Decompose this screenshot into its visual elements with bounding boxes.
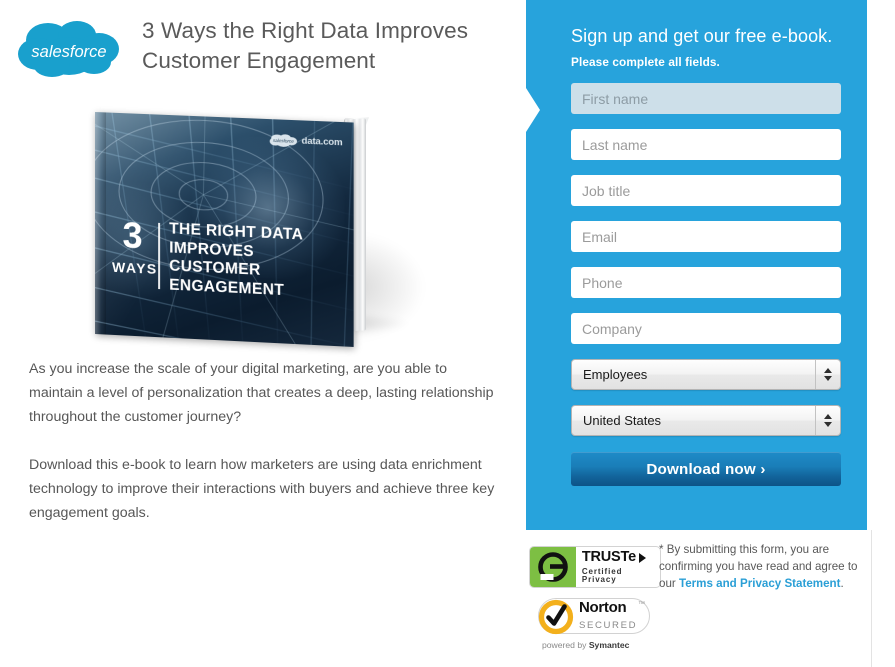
truste-tagline: Certified Privacy <box>581 566 623 584</box>
form-inner: Sign up and get our free e-book. Please … <box>571 24 841 486</box>
chevron-up-icon <box>824 414 832 419</box>
content-column: salesforce 3 Ways the Right Data Improve… <box>0 0 526 667</box>
body-copy: As you increase the scale of your digita… <box>29 357 501 525</box>
norton-secured-label: SECURED <box>579 620 638 631</box>
legal-disclaimer: * By submitting this form, you are confi… <box>659 541 864 592</box>
salesforce-wordmark: salesforce <box>31 43 106 61</box>
signup-form-panel: Sign up and get our free e-book. Please … <box>526 0 867 530</box>
page-title: 3 Ways the Right Data Improves Customer … <box>142 18 469 73</box>
play-triangle-icon <box>638 552 646 563</box>
trademark-mark: ™ <box>638 601 645 608</box>
first-name-input[interactable] <box>571 83 841 114</box>
cover-cloud-icon: salesforce <box>268 133 298 148</box>
truste-text-block: TRUSTe Certified Privacy <box>582 550 660 584</box>
form-heading: Sign up and get our free e-book. <box>571 26 833 46</box>
terms-and-privacy-link[interactable]: Terms and Privacy Statement <box>679 577 841 590</box>
chevron-up-icon <box>824 368 832 373</box>
employees-select-value: Employees <box>583 367 648 382</box>
paragraph-2: Download this e-book to learn how market… <box>29 457 495 521</box>
cover-ways-label: WAYS <box>111 258 158 277</box>
symantec-brand: Symantec <box>588 640 630 650</box>
cover-datacom-text: data.com <box>301 135 343 149</box>
cover-headline: The Right Data Improves Customer Engagem… <box>169 220 303 299</box>
email-input[interactable] <box>571 221 841 252</box>
truste-wordmark: TRUSTe <box>581 549 636 566</box>
landing-page: salesforce 3 Ways the Right Data Improve… <box>0 0 895 667</box>
download-now-button[interactable]: Download now › <box>571 452 841 486</box>
norton-pill: ™ Norton SECURED <box>537 598 650 636</box>
salesforce-cloud-logo: salesforce <box>14 18 124 80</box>
truste-green-block <box>530 547 576 587</box>
norton-powered-by: powered by Symantec <box>542 640 658 650</box>
country-select-value: United States <box>583 413 662 428</box>
cover-salesforce-wordmark: salesforce <box>273 138 294 144</box>
panel-right-divider <box>871 530 872 667</box>
cover-number-block: 3 WAYS <box>111 214 158 277</box>
truste-certified-privacy-badge[interactable]: TRUSTe Certified Privacy <box>529 546 661 588</box>
truste-wordmark-row: TRUSTe <box>582 550 660 565</box>
phone-input[interactable] <box>571 267 841 298</box>
cover-number: 3 <box>122 214 142 257</box>
trust-and-legal-area: TRUSTe Certified Privacy ™ Norton SECURE… <box>526 530 867 667</box>
employees-select[interactable]: Employees <box>571 359 841 390</box>
job-title-input[interactable] <box>571 175 841 206</box>
truste-e-icon <box>538 552 568 582</box>
form-fields: Employees United States Download now › <box>571 83 841 486</box>
stepper-arrows-icon[interactable] <box>815 360 840 389</box>
cover-title-block: 3 WAYS The Right Data Improves Customer … <box>111 214 343 303</box>
panel-arrow-notch <box>526 88 540 132</box>
paragraph-1: As you increase the scale of your digita… <box>29 361 494 425</box>
norton-secured-badge[interactable]: ™ Norton SECURED powered by Symantec <box>538 598 658 656</box>
norton-wordmark: Norton <box>579 599 627 616</box>
book-spine-highlight <box>95 112 106 335</box>
powered-by-prefix: powered by <box>542 640 589 650</box>
ebook-cover-image: salesforce data.com 3 WAYS The Right Dat… <box>95 112 435 347</box>
page-header: salesforce 3 Ways the Right Data Improve… <box>10 14 510 92</box>
form-subheading: Please complete all fields. <box>571 55 720 69</box>
country-select[interactable]: United States <box>571 405 841 436</box>
book-front-cover: salesforce data.com 3 WAYS The Right Dat… <box>95 112 354 347</box>
chevron-down-icon <box>824 422 832 427</box>
norton-check-icon <box>537 598 575 636</box>
cover-divider-rule <box>158 222 161 290</box>
legal-text-after: . <box>840 577 844 590</box>
stepper-arrows-icon[interactable] <box>815 406 840 435</box>
company-input[interactable] <box>571 313 841 344</box>
last-name-input[interactable] <box>571 129 841 160</box>
cloud-icon: salesforce <box>18 21 119 77</box>
chevron-down-icon <box>824 376 832 381</box>
